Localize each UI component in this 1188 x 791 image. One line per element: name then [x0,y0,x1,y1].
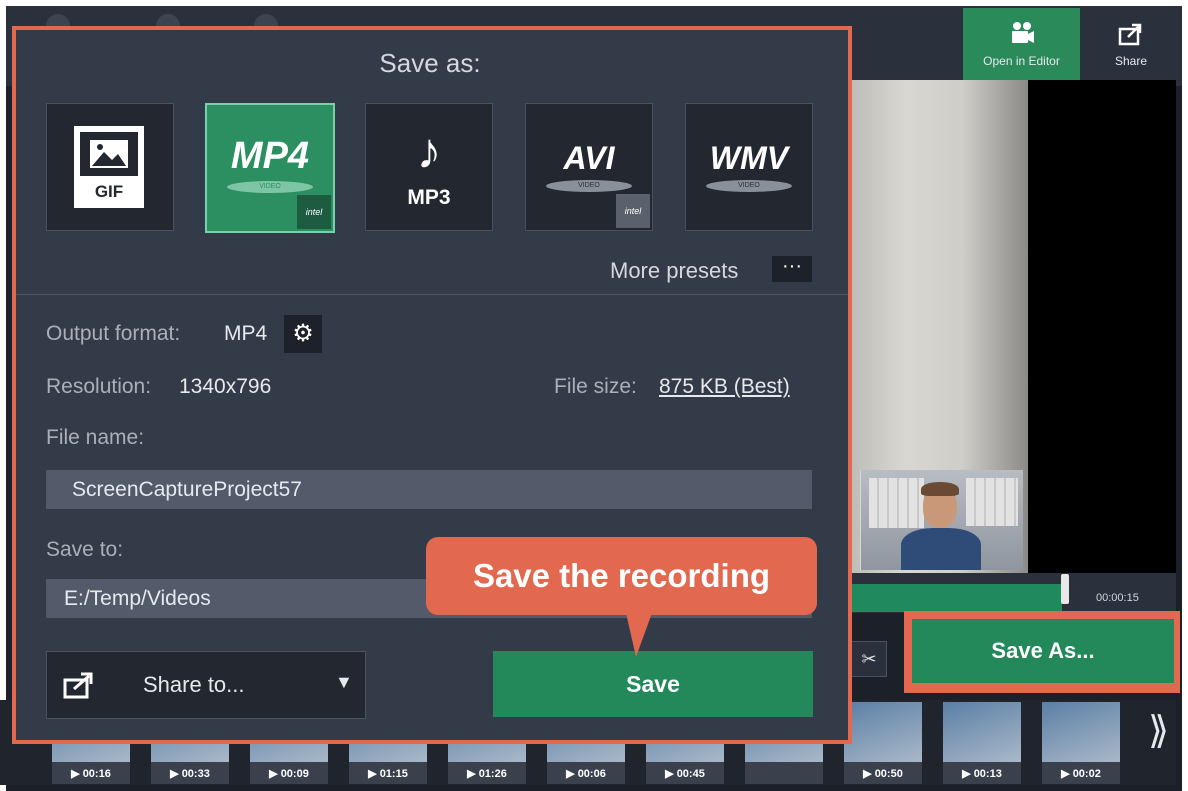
save-button[interactable]: Save [493,651,813,717]
output-format-label: Output format: [46,322,181,345]
clip-thumbnail[interactable]: ▶ 00:50 [844,702,922,784]
output-format-value: MP4 [224,322,268,345]
clip-thumbnail[interactable]: ▶ 00:13 [943,702,1021,784]
tooltip-pointer [626,613,652,657]
share-label: Share [1114,54,1148,68]
save-to-label: Save to: [46,538,124,561]
timeline-time: 00:00:15 [1096,592,1139,604]
resolution-value: 1340x796 [179,375,272,398]
share-icon [1118,23,1142,46]
share-to-label: Share to... [143,672,245,697]
playhead[interactable] [1061,574,1069,604]
resolution-label: Resolution: [46,375,152,398]
dialog-title: Save as: [379,48,481,78]
timeline-selection[interactable] [848,584,1062,612]
chevron-right-icon[interactable]: ⟫ [1148,708,1169,753]
file-name-input[interactable]: ScreenCaptureProject57 [46,470,812,509]
format-wmv-button[interactable]: WMV VIDEO [685,103,813,231]
open-in-editor-label: Open in Editor [983,54,1060,68]
format-gif-button[interactable]: GIF [46,103,174,231]
file-size-link[interactable]: 875 KB (Best) [659,375,790,399]
file-name-label: File name: [46,426,145,449]
open-in-editor-button[interactable]: Open in Editor [963,8,1080,86]
film-camera-icon [1011,22,1034,43]
gear-icon[interactable]: ⚙ [284,315,322,353]
share-icon [63,672,93,699]
save-as-button[interactable]: Save As... [912,619,1174,683]
format-avi-button[interactable]: AVI VIDEO intel [525,103,653,231]
more-presets-link[interactable]: More presets [610,258,738,284]
scissors-icon[interactable]: ✂ [851,641,887,677]
mp4-label: MP4 [230,135,310,177]
more-presets-button[interactable]: ··· [772,256,812,282]
chevron-down-icon: ▼ [335,672,353,692]
image-icon: GIF [74,126,144,208]
mp3-label: MP3 [407,186,451,209]
clip-thumbnail[interactable]: ▶ 00:02 [1042,702,1120,784]
format-mp4-button[interactable]: MP4 VIDEO intel [205,103,335,233]
avi-label: AVI [563,140,615,176]
divider [16,294,848,295]
wmv-label: WMV [709,140,789,176]
format-mp3-button[interactable]: ♪ MP3 [365,103,493,231]
webcam-overlay [860,470,1023,570]
music-note-icon: ♪ [416,123,442,179]
intel-badge: intel [616,194,650,228]
file-size-label: File size: [554,375,637,398]
intel-badge: intel [297,195,331,229]
picture-icon [90,140,128,168]
tooltip-callout: Save the recording [426,537,817,615]
share-button[interactable]: Share [1080,8,1182,86]
video-preview-letterbox [1028,80,1176,573]
share-to-dropdown[interactable]: Share to... ▼ [46,651,366,719]
